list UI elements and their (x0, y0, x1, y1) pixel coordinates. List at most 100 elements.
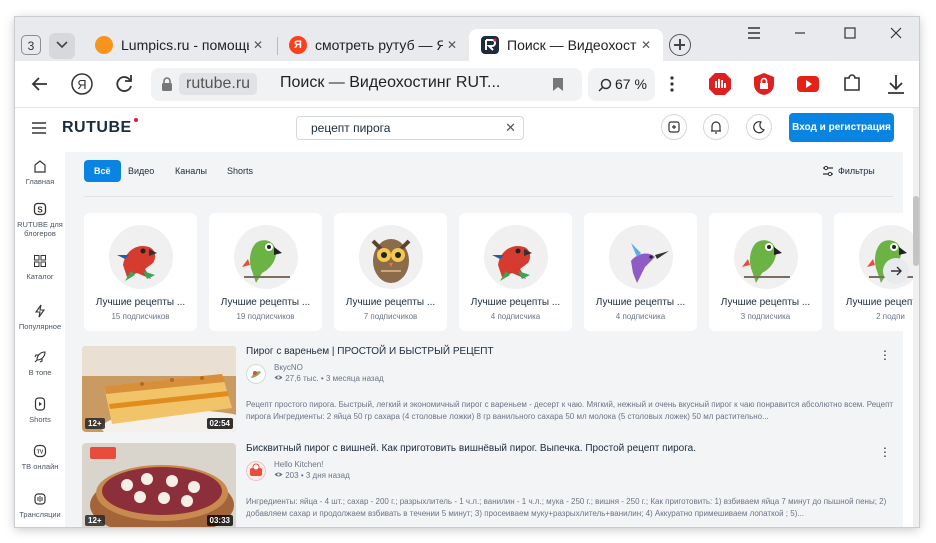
search-input[interactable]: рецепт пирога ✕ (296, 116, 524, 140)
channel-name[interactable]: Лучшие рецепты ... (334, 297, 447, 308)
video-thumbnail[interactable]: 12+ 02:54 (82, 346, 236, 432)
filter-tab-channels[interactable]: Каналы (175, 160, 207, 182)
back-arrow-icon[interactable] (26, 70, 54, 98)
rocket-icon (34, 351, 46, 363)
eye-icon (274, 472, 283, 477)
channel-card[interactable]: Лучшие рецепты ... 4 подписчика (459, 213, 572, 331)
more-options-button[interactable]: · · · (882, 343, 888, 365)
sidebar-item-catalog[interactable]: Каталог (15, 254, 65, 281)
arrow-right-icon (891, 266, 902, 276)
studio-icon: S (33, 202, 47, 216)
tabs-dropdown-button[interactable] (49, 33, 75, 59)
sidebar-item-top[interactable]: В топе (15, 350, 65, 377)
reload-icon[interactable] (110, 70, 138, 98)
channel-card[interactable]: Лучшие рецепты ... 3 подписчика (709, 213, 822, 331)
subscriber-count: 2 подпи (876, 312, 905, 321)
channel-avatar[interactable] (734, 225, 798, 289)
extensions-icon[interactable] (840, 72, 864, 96)
channel-avatar[interactable] (484, 225, 548, 289)
channel-name[interactable]: Hello Kitchen! (274, 460, 323, 469)
more-vertical-icon[interactable] (660, 72, 684, 96)
channel-avatar[interactable] (246, 364, 266, 384)
close-window-button[interactable] (873, 17, 919, 49)
tab-yandex[interactable]: Я смотреть рутуб — Яндекс ✕ (277, 29, 469, 61)
address-bar[interactable]: rutube.ru Поиск — Видеохостинг RUT... (151, 68, 582, 101)
sidebar-item-label: RUTUBE для блогеров (17, 220, 63, 238)
next-channels-button[interactable] (883, 258, 909, 284)
shield-lock-icon[interactable] (752, 72, 776, 96)
filter-tab-all[interactable]: Всё (84, 160, 121, 182)
lock-icon[interactable] (161, 77, 173, 92)
theme-toggle-button[interactable] (746, 114, 772, 140)
sidebar-item-shorts[interactable]: Shorts (15, 397, 65, 424)
channel-name[interactable]: ВкусNO (274, 363, 303, 372)
sidebar-item-home[interactable]: Главная (15, 159, 65, 186)
filter-tab-shorts[interactable]: Shorts (227, 160, 253, 182)
adblock-stop-icon[interactable] (708, 72, 732, 96)
tab-title: Поиск — Видеохостинг (507, 37, 637, 53)
channel-avatar[interactable] (109, 225, 173, 289)
duration-badge: 02:54 (206, 418, 233, 429)
sidebar-item-popular[interactable]: Популярное (15, 304, 65, 331)
download-icon[interactable] (884, 72, 908, 96)
zoom-indicator[interactable]: 67 % (588, 68, 655, 101)
bell-icon (711, 121, 721, 134)
channel-name[interactable]: Лучшие рецепты ... (709, 297, 822, 308)
hamburger-menu-icon[interactable] (31, 121, 47, 135)
close-icon[interactable]: ✕ (637, 36, 655, 54)
channel-card[interactable]: Лучшие рецепты ... 15 подписчиков (84, 213, 197, 331)
channel-avatar[interactable] (234, 225, 298, 289)
channel-avatar[interactable] (359, 225, 423, 289)
tab-count-button[interactable]: 3 (21, 35, 41, 55)
bookmark-icon[interactable] (552, 77, 564, 92)
upload-button[interactable] (661, 114, 687, 140)
channel-name[interactable]: Лучшие рецепты ... (209, 297, 322, 308)
filters-button[interactable]: Фильтры (823, 160, 875, 182)
channel-card[interactable]: Лучшие рецепты ... 19 подписчиков (209, 213, 322, 331)
sidebar-item-bloggers[interactable]: S RUTUBE для блогеров (15, 202, 65, 238)
address-domain[interactable]: rutube.ru (179, 73, 258, 95)
divider (84, 196, 893, 197)
maximize-button[interactable] (827, 17, 873, 49)
video-thumbnail[interactable]: 12+ 03:33 (82, 443, 236, 527)
channel-avatar[interactable] (246, 461, 266, 481)
channel-avatar[interactable] (609, 225, 673, 289)
hamburger-menu-button[interactable] (731, 17, 777, 49)
video-title[interactable]: Бисквитный пирог с вишней. Как приготови… (246, 443, 696, 454)
clear-search-icon[interactable]: ✕ (505, 117, 516, 139)
notifications-button[interactable] (703, 114, 729, 140)
scrollbar-thumb[interactable] (913, 196, 919, 266)
sidebar-item-label: Каталог (26, 272, 54, 281)
new-tab-button[interactable] (669, 34, 691, 56)
channel-card[interactable]: Лучшие рецепты ... 4 подписчика (584, 213, 697, 331)
close-icon[interactable]: ✕ (249, 36, 267, 54)
channel-name[interactable]: Лучшие рецепты ... (459, 297, 572, 308)
video-result[interactable]: 12+ 03:33 Бисквитный пирог с вишней. Как… (82, 440, 892, 527)
sidebar-item-broadcasts[interactable]: Трансляции (15, 492, 65, 519)
vkusno-avatar-icon (246, 364, 266, 384)
subscriber-count: 7 подписчиков (363, 312, 418, 321)
close-icon[interactable]: ✕ (443, 36, 461, 54)
minimize-button[interactable] (777, 17, 823, 49)
tab-rutube[interactable]: Поиск — Видеохостинг ✕ (469, 29, 663, 61)
svg-text:TV: TV (37, 450, 44, 456)
video-title[interactable]: Пирог с вареньем | ПРОСТОЙ И БЫСТРЫЙ РЕЦ… (246, 346, 494, 357)
channel-name[interactable]: Лучшие рецепты ... (84, 297, 197, 308)
browser-window: 3 Lumpics.ru - помощь с ✕ Я смотреть рут… (15, 17, 919, 527)
filter-tab-video[interactable]: Видео (128, 160, 154, 182)
yandex-button-icon[interactable]: Я (68, 70, 96, 98)
video-result[interactable]: 12+ 02:54 Пирог с вареньем | ПРОСТОЙ И Б… (82, 343, 893, 434)
address-page-title: Поиск — Видеохостинг RUT... (280, 74, 501, 91)
channel-card[interactable]: Лучшие рецепты ... 7 подписчиков (334, 213, 447, 331)
more-options-button[interactable]: · · · (882, 440, 888, 462)
youtube-icon[interactable] (796, 72, 820, 96)
channel-name[interactable]: Лучшие рецепты ... (584, 297, 697, 308)
channel-name[interactable]: Лучшие рецепты ... (834, 297, 919, 308)
hummingbird-icon (631, 243, 669, 283)
login-button[interactable]: Вход и регистрация (789, 113, 894, 142)
rutube-logo[interactable]: RUTUBE (62, 118, 138, 137)
sidebar-item-tv[interactable]: TV ТВ онлайн (15, 444, 65, 471)
tab-lumpics[interactable]: Lumpics.ru - помощь с ✕ (83, 29, 275, 61)
page-scrollbar[interactable] (913, 108, 919, 527)
video-meta: 203 • 3 дня назад (274, 471, 350, 480)
